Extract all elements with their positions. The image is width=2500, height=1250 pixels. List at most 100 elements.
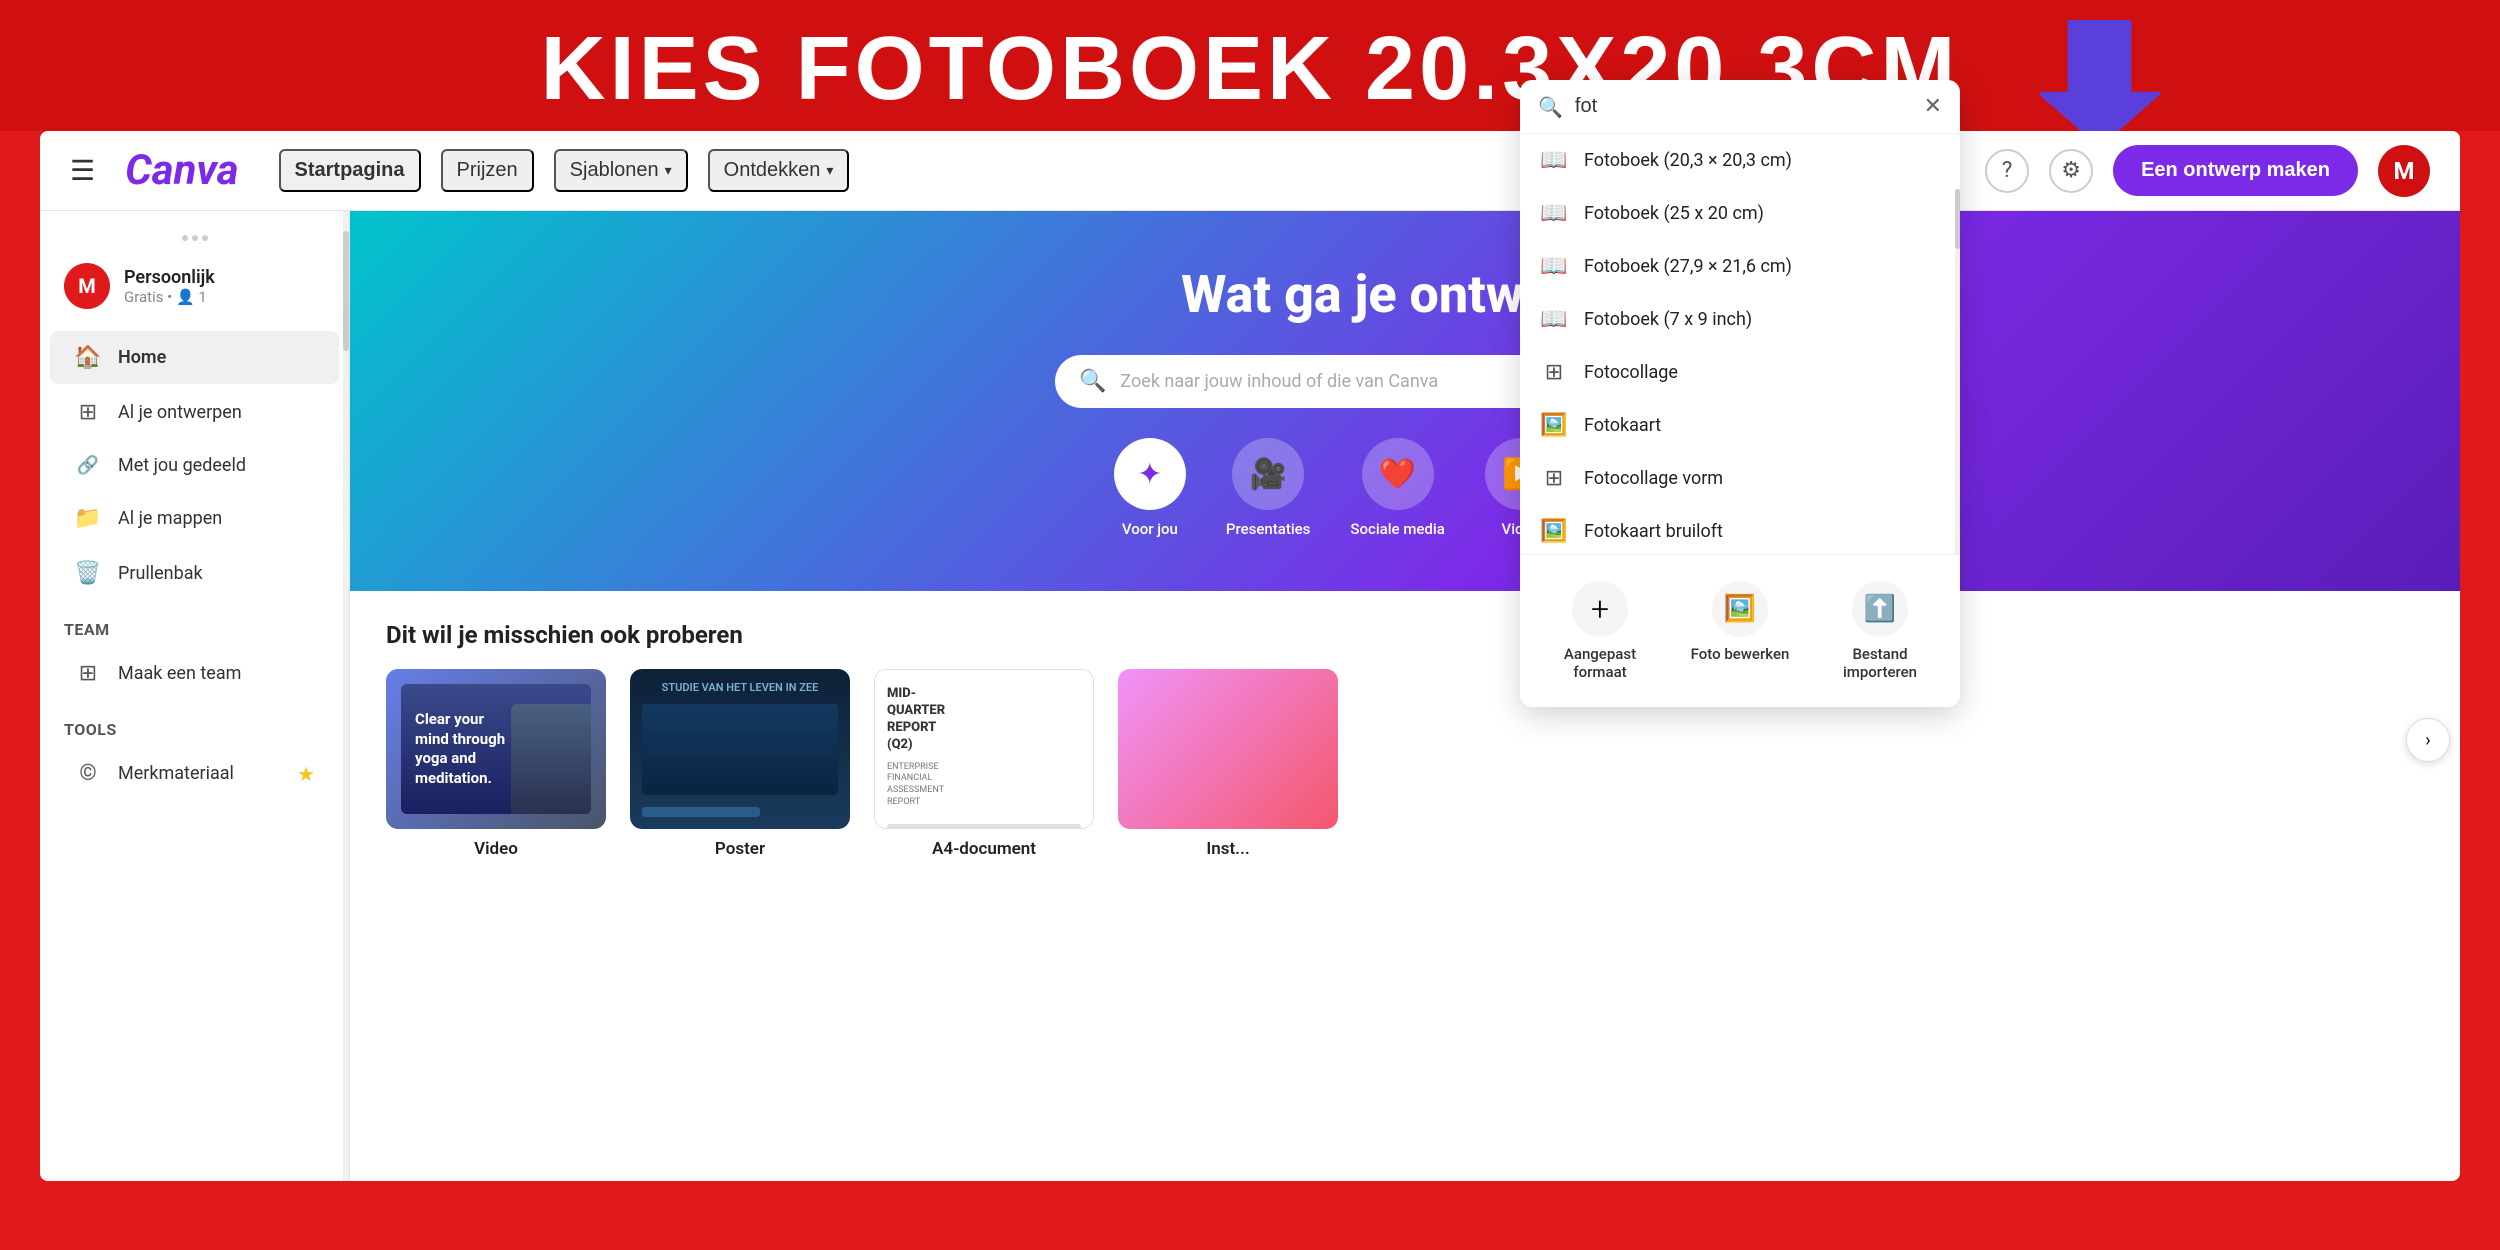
a4-thumb: MID-QUARTERREPORT(Q2) ENTERPRISEFINANCIA…: [874, 669, 1094, 829]
fotokaart-bruiloft-label: Fotokaart bruiloft: [1584, 521, 1723, 542]
hero-search-placeholder: Zoek naar jouw inhoud of die van Canva: [1120, 371, 1438, 392]
settings-icon[interactable]: ⚙: [2049, 149, 2093, 193]
sidebar: M Persoonlijk Gratis • 👤 1 🏠 Home ⊞ Al j…: [40, 211, 350, 1181]
search-dropdown: 🔍 ✕ 📖 Fotoboek (20,3 × 20,3 cm) 📖 Fotobo…: [1520, 80, 1960, 707]
video-thumb: Clear yourmind throughyoga andmeditation…: [386, 669, 606, 829]
scroll-indicator: [40, 231, 349, 249]
sidebar-user-plan: Gratis • 👤 1: [124, 288, 215, 306]
suggestion-poster[interactable]: STUDIE VAN HET LEVEN IN ZEE Poster: [630, 669, 850, 859]
sociale-media-icon: ❤️: [1362, 438, 1434, 510]
poster-thumb: STUDIE VAN HET LEVEN IN ZEE: [630, 669, 850, 829]
dropdown-search-bar: 🔍 ✕: [1520, 80, 1960, 134]
suggestions-title: Dit wil je misschien ook proberen: [386, 621, 2424, 649]
category-presentaties[interactable]: 🎥 Presentaties: [1226, 438, 1311, 538]
sidebar-item-brand[interactable]: © Merkmateriaal ★: [50, 747, 339, 800]
voor-jou-icon: ✦: [1114, 438, 1186, 510]
app-window: ☰ Canva Startpagina Prijzen Sjablonen ▾ …: [40, 131, 2460, 1181]
sidebar-item-designs[interactable]: ⊞ Al je ontwerpen: [50, 386, 339, 439]
voor-jou-label: Voor jou: [1122, 520, 1178, 538]
dropdown-result-4[interactable]: ⊞ Fotocollage: [1520, 346, 1960, 399]
scroll-right-button[interactable]: ›: [2406, 718, 2450, 762]
sidebar-item-trash[interactable]: 🗑️ Prullenbak: [50, 547, 339, 600]
dropdown-result-6[interactable]: ⊞ Fotocollage vorm: [1520, 452, 1960, 505]
team-section-label: Team: [40, 602, 349, 645]
fotokaart-icon: 🖼️: [1540, 413, 1568, 438]
dropdown-scrollbar[interactable]: [1955, 189, 1960, 554]
poster-label: Poster: [630, 839, 850, 859]
sidebar-item-make-team[interactable]: ⊞ Maak een team: [50, 647, 339, 700]
nav-prijzen[interactable]: Prijzen: [441, 149, 534, 192]
tools-section-label: Tools: [40, 702, 349, 745]
sidebar-make-team-label: Maak een team: [118, 663, 241, 684]
fotocollage-icon: ⊞: [1540, 360, 1568, 385]
custom-format-action[interactable]: + Aangepast formaat: [1530, 571, 1670, 691]
import-file-action[interactable]: ⬆️ Bestand importeren: [1810, 571, 1950, 691]
dropdown-result-1[interactable]: 📖 Fotoboek (25 x 20 cm): [1520, 187, 1960, 240]
help-icon[interactable]: ?: [1985, 149, 2029, 193]
dropdown-result-3[interactable]: 📖 Fotoboek (7 x 9 inch): [1520, 293, 1960, 346]
sidebar-user-section[interactable]: M Persoonlijk Gratis • 👤 1: [40, 249, 349, 323]
suggestion-a4[interactable]: MID-QUARTERREPORT(Q2) ENTERPRISEFINANCIA…: [874, 669, 1094, 859]
fotokaart-bruiloft-icon: 🖼️: [1540, 519, 1568, 544]
folder-icon: 📁: [74, 506, 102, 531]
insta-thumb: [1118, 669, 1338, 829]
brand-badge: ★: [297, 762, 315, 786]
nav-ontdekken[interactable]: Ontdekken ▾: [708, 149, 850, 192]
sidebar-user-info: Persoonlijk Gratis • 👤 1: [124, 267, 215, 306]
suggestion-insta[interactable]: Inst...: [1118, 669, 1338, 859]
hero-banner: Wat ga je ontwerpe 🔍 Zoek naar jouw inho…: [350, 211, 2460, 591]
sidebar-folders-label: Al je mappen: [118, 508, 222, 529]
nav-startpagina[interactable]: Startpagina: [279, 149, 421, 192]
ontdekken-chevron: ▾: [826, 162, 833, 179]
create-design-button[interactable]: Een ontwerp maken: [2113, 145, 2358, 196]
sidebar-trash-label: Prullenbak: [118, 563, 203, 584]
a4-label: A4-document: [874, 839, 1094, 859]
video-label: Video: [386, 839, 606, 859]
category-sociale-media[interactable]: ❤️ Sociale media: [1350, 438, 1444, 538]
suggestion-video[interactable]: Clear yourmind throughyoga andmeditation…: [386, 669, 606, 859]
sidebar-home-label: Home: [118, 347, 166, 368]
fotoboek2-icon: 📖: [1540, 201, 1568, 226]
sociale-media-label: Sociale media: [1350, 520, 1444, 538]
sidebar-item-shared[interactable]: 🔗 Met jou gedeeld: [50, 441, 339, 490]
edit-photo-action[interactable]: 🖼️ Foto bewerken: [1670, 571, 1810, 691]
edit-photo-label: Foto bewerken: [1691, 645, 1790, 663]
dropdown-result-2[interactable]: 📖 Fotoboek (27,9 × 21,6 cm): [1520, 240, 1960, 293]
fotoboek1-label: Fotoboek (20,3 × 20,3 cm): [1584, 150, 1792, 171]
top-banner: KIES FOTOBOEK 20.3x20.3CM: [0, 0, 2500, 131]
brand-icon: ©: [74, 761, 102, 786]
make-team-icon: ⊞: [74, 661, 102, 686]
insta-label: Inst...: [1118, 839, 1338, 859]
sidebar-item-folders[interactable]: 📁 Al je mappen: [50, 492, 339, 545]
home-icon: 🏠: [74, 345, 102, 370]
fotocollage-label: Fotocollage: [1584, 362, 1678, 383]
user-avatar[interactable]: M: [2378, 145, 2430, 197]
fotoboek3-icon: 📖: [1540, 254, 1568, 279]
sjablonen-chevron: ▾: [665, 162, 672, 179]
nav-sjablonen[interactable]: Sjablonen ▾: [554, 149, 688, 192]
dropdown-close-button[interactable]: ✕: [1924, 94, 1942, 119]
suggestions-section: Dit wil je misschien ook proberen Clear …: [350, 591, 2460, 889]
sidebar-avatar: M: [64, 263, 110, 309]
import-file-icon: ⬆️: [1852, 581, 1908, 637]
custom-format-label: Aangepast formaat: [1540, 645, 1660, 681]
sidebar-scrollbar[interactable]: [343, 211, 349, 1181]
fotocollage-vorm-icon: ⊞: [1540, 466, 1568, 491]
dropdown-result-5[interactable]: 🖼️ Fotokaart: [1520, 399, 1960, 452]
edit-photo-icon: 🖼️: [1712, 581, 1768, 637]
dropdown-results-list: 📖 Fotoboek (20,3 × 20,3 cm) 📖 Fotoboek (…: [1520, 134, 1960, 554]
custom-format-icon: +: [1572, 581, 1628, 637]
fotoboek1-icon: 📖: [1540, 148, 1568, 173]
dropdown-search-input[interactable]: [1575, 95, 1912, 118]
dropdown-result-7[interactable]: 🖼️ Fotokaart bruiloft: [1520, 505, 1960, 554]
sidebar-item-home[interactable]: 🏠 Home: [50, 331, 339, 384]
canva-logo[interactable]: Canva: [125, 146, 238, 195]
fotocollage-vorm-label: Fotocollage vorm: [1584, 468, 1723, 489]
fotoboek3-label: Fotoboek (27,9 × 21,6 cm): [1584, 256, 1792, 277]
dropdown-result-0[interactable]: 📖 Fotoboek (20,3 × 20,3 cm): [1520, 134, 1960, 187]
topnav: ☰ Canva Startpagina Prijzen Sjablonen ▾ …: [40, 131, 2460, 211]
category-voor-jou[interactable]: ✦ Voor jou: [1114, 438, 1186, 538]
hamburger-icon[interactable]: ☰: [70, 154, 95, 187]
presentaties-icon: 🎥: [1232, 438, 1304, 510]
presentaties-label: Presentaties: [1226, 520, 1311, 538]
